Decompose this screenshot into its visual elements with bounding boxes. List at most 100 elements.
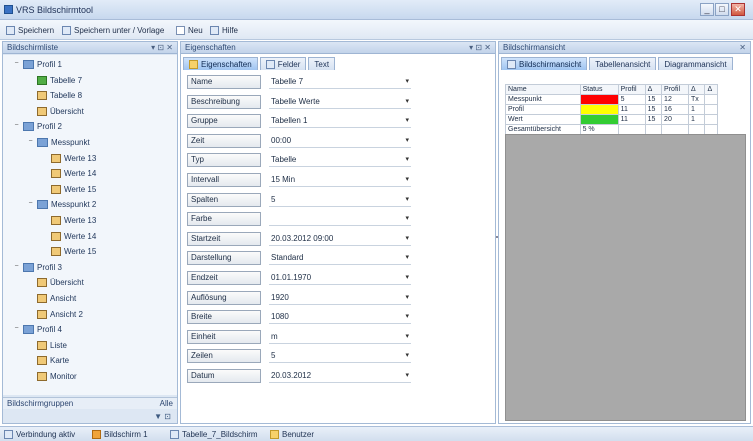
tree-expander-icon[interactable] — [27, 311, 34, 318]
property-label[interactable]: Zeilen — [187, 349, 261, 364]
tab-properties[interactable]: Eigenschaften — [183, 57, 258, 70]
status-bar-item[interactable]: Verbindung aktiv — [4, 429, 75, 440]
tree-node[interactable]: Werte 14 — [41, 168, 96, 179]
property-label[interactable]: Zeit — [187, 133, 261, 148]
property-value[interactable]: 00:00 ▾ — [269, 134, 411, 148]
screen-group-footer[interactable]: Bildschirmgruppen Alle — [3, 397, 177, 409]
status-bar-item[interactable]: Tabelle_7_Bildschirm — [170, 429, 258, 440]
dropdown-arrow-icon[interactable]: ▾ — [405, 271, 409, 284]
property-value[interactable]: Standard ▾ — [269, 251, 411, 266]
property-value[interactable]: 1080 ▾ — [269, 310, 411, 325]
screen-group-controls[interactable]: ▼ ⊡ — [3, 410, 177, 422]
dropdown-arrow-icon[interactable]: ▾ — [405, 114, 409, 127]
status-table-row[interactable]: Wert 11 15 20 1 — [505, 114, 718, 125]
dropdown-arrow-icon[interactable]: ▾ — [405, 134, 409, 147]
tree-expander-icon[interactable]: − — [27, 138, 34, 146]
pane-pin-icon[interactable]: ▾ ⊡ ✕ — [151, 43, 173, 52]
toolbar-save-button[interactable]: Speichern — [6, 24, 54, 36]
tree-node[interactable]: − Profil 4 — [13, 324, 62, 335]
pane-pin-icon[interactable]: ▾ ⊡ ✕ — [469, 43, 491, 52]
tree-expander-icon[interactable] — [27, 108, 34, 115]
property-value[interactable]: 5 ▾ — [269, 349, 411, 364]
tree-expander-icon[interactable]: − — [13, 60, 20, 68]
screen-canvas[interactable] — [505, 134, 746, 421]
tree-expander-icon[interactable] — [27, 342, 34, 349]
screen-group-control-icons[interactable]: ▼ ⊡ — [154, 412, 171, 421]
maximize-button[interactable]: □ — [715, 3, 729, 16]
property-label[interactable]: Endzeit — [187, 271, 261, 285]
tree-expander-icon[interactable] — [27, 295, 34, 302]
tree-expander-icon[interactable] — [27, 92, 34, 99]
tree-node[interactable]: − Profil 1 — [13, 59, 62, 70]
tree-expander-icon[interactable] — [27, 373, 34, 380]
tree-node[interactable]: − Profil 3 — [13, 262, 62, 273]
close-pane-icon[interactable]: ✕ — [739, 43, 746, 52]
status-table-row[interactable]: Gesamtübersicht 5 % — [505, 124, 718, 135]
property-label[interactable]: Name — [187, 75, 261, 89]
dropdown-arrow-icon[interactable]: ▾ — [405, 310, 409, 323]
dropdown-arrow-icon[interactable]: ▾ — [405, 291, 409, 304]
tree-expander-icon[interactable]: − — [13, 122, 20, 130]
property-value[interactable]: 5 ▾ — [269, 193, 411, 207]
tree-expander-icon[interactable] — [27, 357, 34, 364]
tree-expander-icon[interactable]: − — [13, 263, 20, 271]
property-value[interactable]: 15 Min ▾ — [269, 173, 411, 187]
tree-node[interactable]: Ansicht — [27, 293, 76, 304]
property-label[interactable]: Gruppe — [187, 114, 261, 129]
property-value[interactable]: 01.01.1970 ▾ — [269, 271, 411, 285]
dropdown-arrow-icon[interactable]: ▾ — [405, 369, 409, 382]
status-table-column-header[interactable]: Δ — [688, 84, 706, 95]
dropdown-arrow-icon[interactable]: ▾ — [405, 330, 409, 343]
property-label[interactable]: Auflösung — [187, 290, 261, 305]
tree-expander-icon[interactable] — [41, 233, 48, 240]
tree-node[interactable]: Tabelle 7 — [27, 75, 82, 86]
property-label[interactable]: Spalten — [187, 192, 261, 207]
property-value[interactable]: 20.03.2012 ▾ — [269, 369, 411, 383]
status-table-column-header[interactable]: Status — [579, 84, 619, 95]
property-value[interactable]: Tabelle 7 ▾ — [269, 75, 411, 89]
dropdown-arrow-icon[interactable]: ▾ — [405, 173, 409, 186]
tree-node[interactable]: Monitor — [27, 371, 77, 382]
dropdown-arrow-icon[interactable]: ▾ — [405, 153, 409, 166]
tree-node[interactable]: − Profil 2 — [13, 121, 62, 132]
tree-node[interactable]: Karte — [27, 355, 69, 366]
tree-expander-icon[interactable] — [41, 170, 48, 177]
tree-node[interactable]: Ansicht 2 — [27, 309, 83, 320]
tree-expander-icon[interactable] — [41, 155, 48, 162]
tab-screen-view[interactable]: Bildschirmansicht — [501, 57, 588, 70]
dropdown-arrow-icon[interactable]: ▾ — [405, 75, 409, 88]
status-table-column-header[interactable]: Δ — [644, 84, 663, 95]
status-table-column-header[interactable]: Δ — [704, 84, 718, 95]
property-label[interactable]: Startzeit — [187, 231, 261, 246]
screen-group-value[interactable]: Alle — [160, 399, 173, 408]
status-table-column-header[interactable]: Name — [505, 84, 581, 95]
property-label[interactable]: Beschreibung — [187, 94, 261, 109]
property-value[interactable]: Tabellen 1 ▾ — [269, 114, 411, 129]
property-value[interactable]: Tabelle Werte ▾ — [269, 95, 411, 109]
status-table-column-header[interactable]: Profil — [617, 84, 646, 95]
property-label[interactable]: Einheit — [187, 329, 261, 344]
property-label[interactable]: Typ — [187, 153, 261, 168]
dropdown-arrow-icon[interactable]: ▾ — [405, 251, 409, 264]
property-label[interactable]: Darstellung — [187, 251, 261, 266]
status-table-row[interactable]: Profil 11 15 16 1 — [505, 104, 718, 115]
status-bar-item[interactable]: Bildschirm 1 — [92, 429, 148, 440]
tab-table-view[interactable]: Tabellenansicht — [589, 57, 657, 70]
dropdown-arrow-icon[interactable]: ▾ — [405, 193, 409, 206]
property-label[interactable]: Farbe — [187, 212, 261, 227]
tree-node[interactable]: − Messpunkt 2 — [27, 199, 96, 210]
tree-node[interactable]: Übersicht — [27, 106, 84, 117]
tree-node[interactable]: Tabelle 8 — [27, 90, 82, 101]
tree-node[interactable]: − Messpunkt — [27, 137, 90, 148]
tree-node[interactable]: Werte 13 — [41, 153, 96, 164]
toolbar-help-button[interactable]: Hilfe — [210, 24, 238, 36]
tab-chart-view[interactable]: Diagrammansicht — [658, 57, 733, 70]
property-value[interactable]: m ▾ — [269, 330, 411, 344]
dropdown-arrow-icon[interactable]: ▾ — [405, 95, 409, 108]
tree-node[interactable]: Werte 15 — [41, 246, 96, 257]
dropdown-arrow-icon[interactable]: ▾ — [405, 212, 409, 225]
tree-node[interactable]: Übersicht — [27, 277, 84, 288]
property-label[interactable]: Datum — [187, 369, 261, 383]
tree-expander-icon[interactable]: − — [27, 200, 34, 208]
status-bar-item[interactable]: Benutzer — [270, 429, 314, 440]
